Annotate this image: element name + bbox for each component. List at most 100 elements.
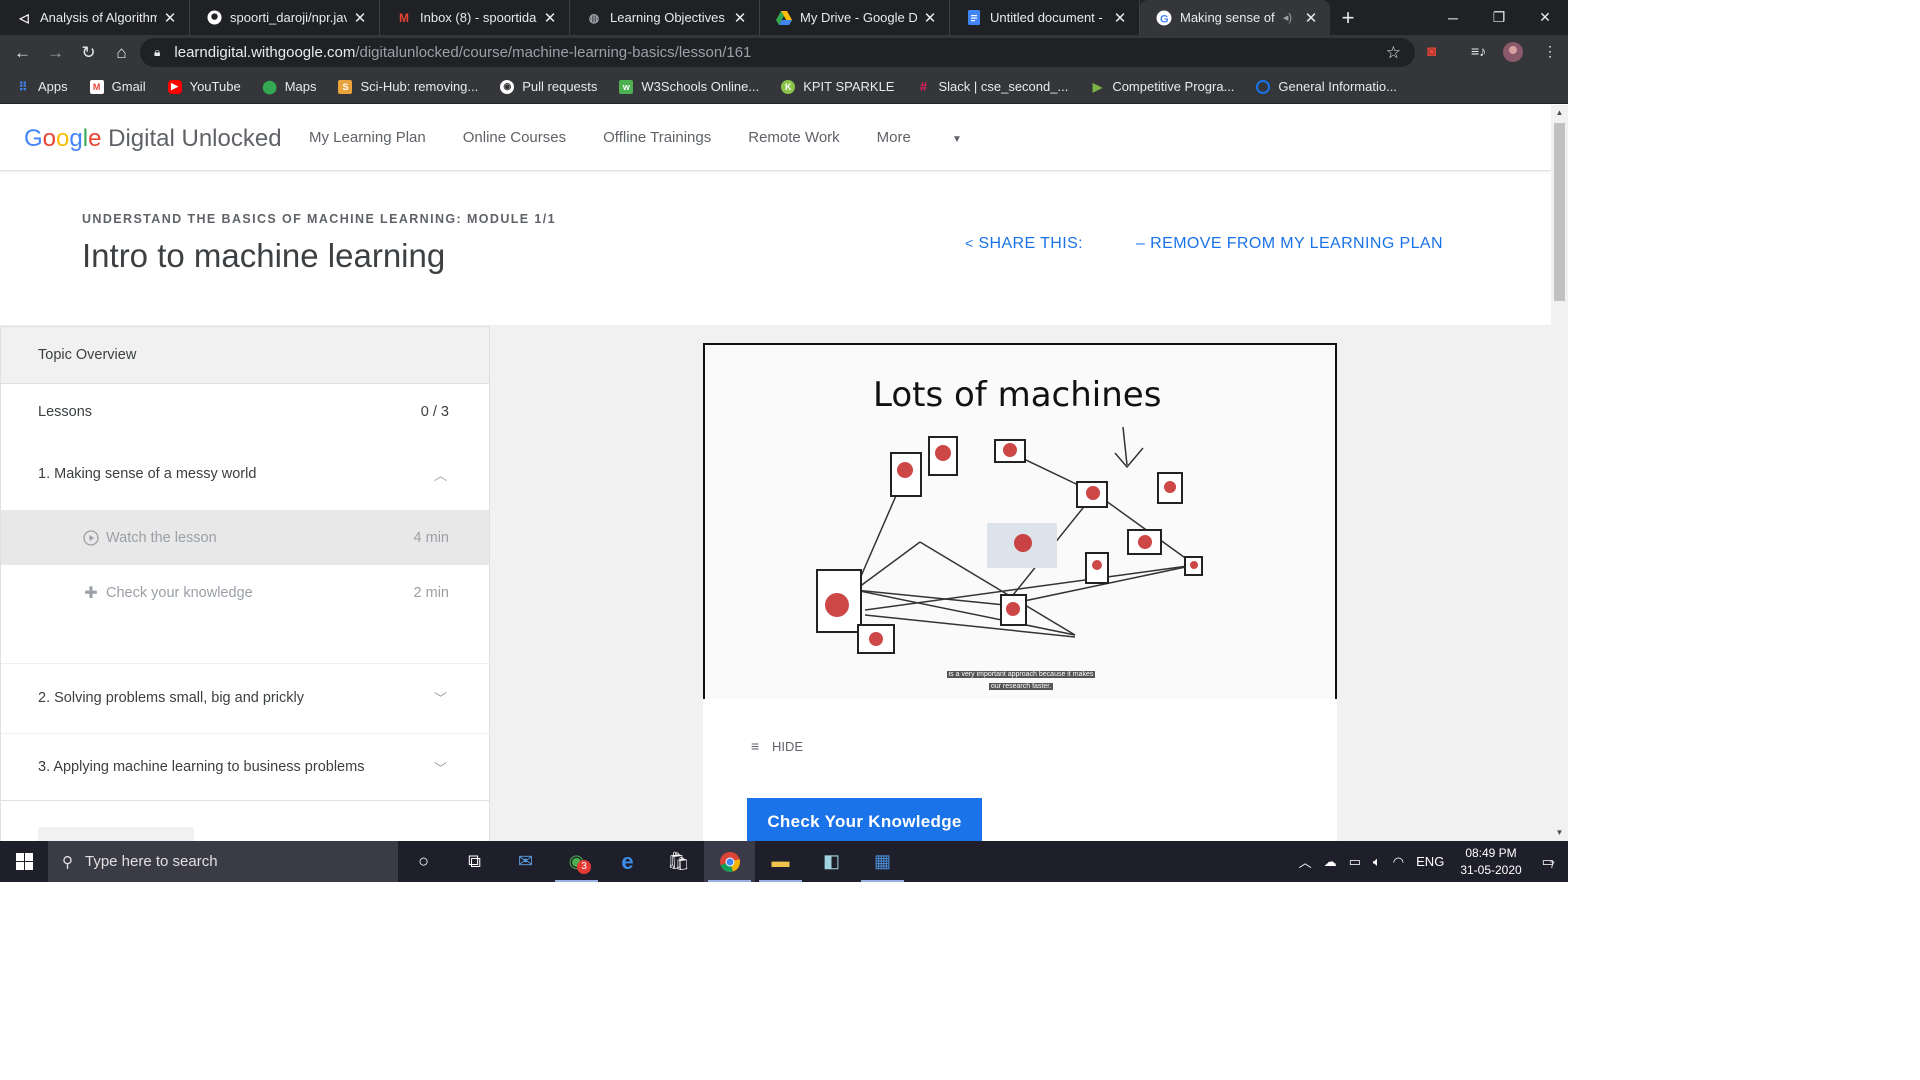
browser-tab[interactable]: Untitled document - Goo ✕	[950, 0, 1140, 35]
browser-tab[interactable]: ◁ Analysis of Algorithms ✕	[0, 0, 190, 35]
close-tab-icon[interactable]: ✕	[1111, 9, 1129, 27]
site-logo[interactable]: Google Digital Unlocked	[24, 125, 282, 153]
volume-icon[interactable]: 🔈︎	[1373, 854, 1381, 870]
chevron-down-icon[interactable]: ﹀	[434, 688, 447, 707]
chevron-up-icon[interactable]: ︿	[434, 465, 447, 484]
watch-lesson-item[interactable]: Watch the lesson 4 min	[1, 510, 489, 565]
topic-overview[interactable]: Topic Overview	[1, 327, 489, 384]
nav-online-courses[interactable]: Online Courses	[463, 129, 566, 146]
onedrive-icon[interactable]: ☁	[1324, 854, 1337, 870]
browser-tab-active[interactable]: G Making sense of a ◂) ✕	[1140, 0, 1330, 35]
chevron-down-icon[interactable]: ﹀	[434, 758, 447, 777]
hide-transcript-button[interactable]: ≡ HIDE	[751, 738, 803, 754]
close-tab-icon[interactable]: ✕	[541, 9, 559, 27]
minimize-icon[interactable]: ─	[1430, 0, 1476, 35]
reload-icon[interactable]: ↻	[72, 38, 105, 68]
close-window-icon[interactable]: ✕	[1522, 0, 1568, 35]
close-tab-icon[interactable]: ✕	[351, 9, 369, 27]
module-3-item[interactable]: 3. Applying machine learning to business…	[1, 733, 489, 801]
bookmark-kpit[interactable]: K KPIT SPARKLE	[781, 79, 894, 94]
browser-tab[interactable]: ◍ Learning Objectives | Le ✕	[570, 0, 760, 35]
nav-offline-trainings[interactable]: Offline Trainings	[603, 129, 711, 146]
check-your-knowledge-button[interactable]: Check Your Knowledge	[747, 798, 982, 841]
docs-icon	[966, 10, 982, 26]
browser-tab[interactable]: spoorti_daroji/npr.java ✕	[190, 0, 380, 35]
new-tab-button[interactable]: +	[1330, 0, 1366, 35]
module-2-label: 2. Solving problems small, big and prick…	[38, 689, 304, 706]
chevron-up-icon[interactable]: ︿	[1299, 852, 1312, 871]
bookmark-general-information[interactable]: General Informatio...	[1256, 79, 1397, 94]
cortana-icon[interactable]: ○	[398, 841, 449, 882]
sidebar-button-partial[interactable]	[38, 827, 194, 841]
module-1-item[interactable]: 1. Making sense of a messy world ︿	[1, 440, 489, 508]
browser-tab[interactable]: M Inbox (8) - spoortidaroji ✕	[380, 0, 570, 35]
whatsapp-icon[interactable]: ◉ 3	[551, 841, 602, 882]
scroll-thumb[interactable]	[1554, 123, 1565, 301]
scroll-up-icon[interactable]: ▲	[1551, 105, 1568, 121]
media-control-icon[interactable]: ≡♪	[1471, 43, 1486, 59]
address-bar[interactable]: 🔒︎ learndigital.withgoogle.com /digitalu…	[140, 38, 1415, 67]
page-scrollbar[interactable]: ▲ ▼	[1551, 105, 1568, 841]
check-knowledge-item[interactable]: ✚ Check your knowledge 2 min	[1, 565, 489, 620]
edge-icon[interactable]: e	[602, 841, 653, 882]
language-indicator[interactable]: ENG	[1416, 854, 1444, 869]
caption-line-2: our research faster.	[988, 683, 1054, 690]
bookmark-slack[interactable]: # Slack | cse_second_...	[916, 79, 1068, 94]
remove-from-plan-button[interactable]: – REMOVE FROM MY LEARNING PLAN	[1136, 235, 1443, 253]
taskbar-search-input[interactable]: ⚲ Type here to search	[48, 841, 398, 882]
taskbar-clock[interactable]: 08:49 PM 31-05-2020	[1460, 845, 1521, 879]
battery-icon[interactable]: ▭	[1349, 854, 1361, 870]
bookmark-gmail[interactable]: M Gmail	[89, 79, 146, 94]
lock-icon[interactable]: 🔒︎	[154, 45, 160, 60]
bookmark-apps[interactable]: ⠿ Apps	[16, 79, 68, 94]
chrome-icon[interactable]	[704, 841, 755, 882]
bookmark-competitive-programming[interactable]: ▶ Competitive Progra...	[1090, 79, 1235, 94]
scroll-down-icon[interactable]: ▼	[1551, 825, 1568, 841]
tab-title: My Drive - Google Drive	[800, 10, 917, 25]
nav-my-learning-plan[interactable]: My Learning Plan	[309, 129, 426, 146]
module-2-item[interactable]: 2. Solving problems small, big and prick…	[1, 663, 489, 731]
photos-icon[interactable]: ▦	[857, 841, 908, 882]
bookmark-w3schools[interactable]: w W3Schools Online...	[619, 79, 759, 94]
puzzle-icon: ✚	[84, 584, 98, 602]
bookmark-pull-requests[interactable]: ◉ Pull requests	[500, 79, 597, 94]
bookmark-star-icon[interactable]: ☆	[1386, 43, 1401, 63]
store-icon[interactable]: 🛍︎	[653, 841, 704, 882]
gmail-icon: M	[399, 10, 409, 25]
audio-icon[interactable]: ◂)	[1283, 11, 1292, 24]
share-button[interactable]: < SHARE THIS:	[965, 235, 1083, 253]
close-tab-icon[interactable]: ✕	[731, 9, 749, 27]
close-tab-icon[interactable]: ✕	[921, 9, 939, 27]
bookmark-youtube[interactable]: ▶ YouTube	[167, 79, 241, 94]
back-icon[interactable]: ←	[6, 38, 39, 68]
browser-tab[interactable]: My Drive - Google Drive ✕	[760, 0, 950, 35]
nav-remote-work[interactable]: Remote Work	[748, 129, 839, 146]
task-view-icon[interactable]: ⧉	[449, 841, 500, 882]
restore-icon[interactable]: ❐	[1476, 0, 1522, 35]
w3schools-icon: w	[619, 79, 634, 94]
bookmark-maps[interactable]: ⬤ Maps	[262, 79, 316, 95]
forward-icon[interactable]: →	[39, 38, 72, 68]
tab-title: Untitled document - Goo	[990, 10, 1107, 25]
profile-avatar[interactable]	[1503, 42, 1523, 65]
deque-icon: ◁	[19, 10, 29, 25]
cp-icon: ▶	[1092, 79, 1102, 94]
windows-start-icon[interactable]	[0, 841, 48, 882]
bookmark-scihub[interactable]: S Sci-Hub: removing...	[338, 79, 478, 94]
menu-dots-icon[interactable]: ⋮	[1543, 43, 1557, 60]
share-icon: <	[965, 235, 974, 251]
remove-label: REMOVE FROM MY LEARNING PLAN	[1150, 235, 1443, 252]
pocket-extension-icon[interactable]: ◙	[1427, 43, 1436, 60]
file-explorer-icon[interactable]: ▬	[755, 841, 806, 882]
notes-icon[interactable]: ◧	[806, 841, 857, 882]
mail-icon[interactable]: ✉	[500, 841, 551, 882]
nav-more[interactable]: More ▼	[877, 129, 999, 146]
close-tab-icon[interactable]: ✕	[161, 9, 179, 27]
info-icon	[1256, 79, 1271, 94]
notification-badge: 3	[577, 860, 591, 874]
action-center-icon[interactable]: ▭ 7	[1542, 854, 1555, 870]
wifi-icon[interactable]: ◠	[1393, 854, 1404, 870]
close-tab-icon[interactable]: ✕	[1302, 9, 1320, 27]
home-icon[interactable]: ⌂	[105, 38, 138, 68]
video-player[interactable]: Lots of machines is a very important app…	[703, 343, 1337, 699]
